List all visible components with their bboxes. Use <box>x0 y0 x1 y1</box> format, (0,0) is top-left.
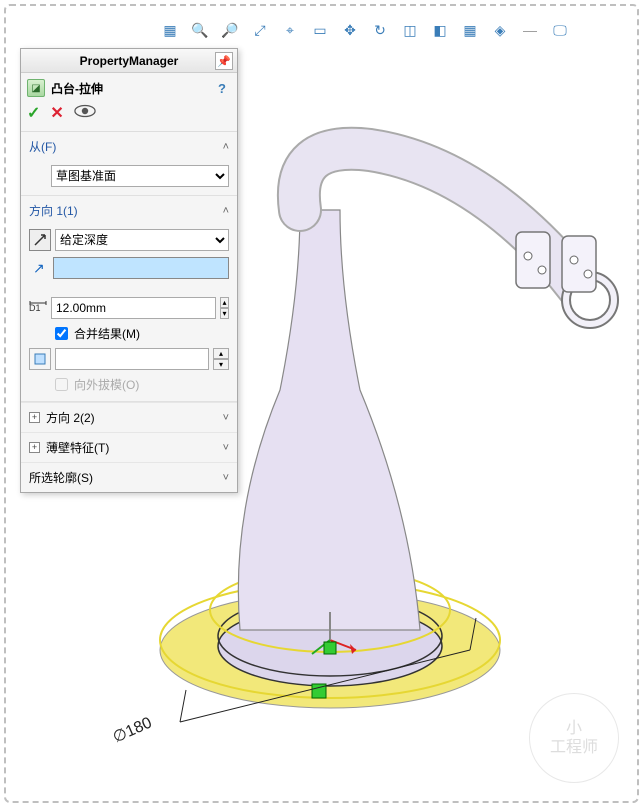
section-contours-label: 所选轮廓(S) <box>29 469 93 486</box>
property-manager-panel: PropertyManager 📌 ◪ 凸台-拉伸 ? ✓ ✕ 从(F) ˄ 草… <box>20 48 238 493</box>
pin-icon[interactable]: 📌 <box>215 52 233 70</box>
monitor-icon[interactable]: 🖵 <box>550 20 570 40</box>
draft-icon[interactable] <box>29 348 51 370</box>
pm-feature-header: ◪ 凸台-拉伸 ? <box>21 73 237 99</box>
zoom-in-icon[interactable]: 🔍 <box>190 20 210 40</box>
zoom-area-icon[interactable]: ⌖ <box>280 20 300 40</box>
chevron-down-icon: ˅ <box>223 472 229 484</box>
merge-result-input[interactable] <box>55 327 68 340</box>
pan-icon[interactable]: ✥ <box>340 20 360 40</box>
help-icon[interactable]: ? <box>213 79 231 97</box>
direction-arrow-icon: ↗ <box>29 260 49 277</box>
from-start-select[interactable]: 草图基准面 <box>51 165 229 187</box>
pm-title-text: PropertyManager <box>80 54 179 68</box>
cube-green-icon[interactable]: ▦ <box>160 20 180 40</box>
feature-name: 凸台-拉伸 <box>51 80 103 97</box>
color-icon[interactable]: ◈ <box>490 20 510 40</box>
section-icon[interactable]: ◫ <box>400 20 420 40</box>
end-condition-select[interactable]: 给定深度 <box>55 229 229 251</box>
watermark: 小 工程师 <box>529 693 619 783</box>
pm-title-bar: PropertyManager 📌 <box>21 49 237 73</box>
draft-selection-box[interactable] <box>55 348 209 370</box>
rotate-icon[interactable]: ↻ <box>370 20 390 40</box>
depth-value-input[interactable] <box>51 297 216 319</box>
chevron-up-icon: ˄ <box>223 141 229 153</box>
merge-result-checkbox[interactable]: 合并结果(M) <box>29 325 229 342</box>
dimension-label: ∅180 <box>110 713 155 748</box>
section-dir1-label: 方向 1(1) <box>29 202 78 219</box>
chevron-down-icon: ˅ <box>223 412 229 424</box>
draft-outward-input <box>55 378 68 391</box>
draft-spinner[interactable]: ▴▾ <box>213 348 229 370</box>
chevron-down-icon: ˅ <box>223 442 229 454</box>
expand-icon: + <box>29 412 40 423</box>
depth-d1-icon: D1 <box>29 299 47 318</box>
pm-actions: ✓ ✕ <box>21 99 237 132</box>
depth-spinner[interactable]: ▴▾ <box>220 297 229 319</box>
expand-icon: + <box>29 442 40 453</box>
view-toolbar: ▦ 🔍 🔎 ⤢ ⌖ ▭ ✥ ↻ ◫ ◧ ▦ ◈ — 🖵 <box>160 16 570 44</box>
direction-vector-input[interactable] <box>53 257 229 279</box>
section-from: 从(F) ˄ 草图基准面 <box>21 132 237 196</box>
chevron-up-icon: ˄ <box>223 205 229 217</box>
svg-text:D1: D1 <box>29 303 41 313</box>
doc-icon[interactable]: ▭ <box>310 20 330 40</box>
draft-outward-checkbox: 向外拔模(O) <box>29 376 229 393</box>
cube-blue-icon[interactable]: ◧ <box>430 20 450 40</box>
zoom-fit-icon[interactable]: ⤢ <box>250 20 270 40</box>
section-selected-contours[interactable]: 所选轮廓(S) ˅ <box>21 462 237 492</box>
section-direction1: 方向 1(1) ˄ 给定深度 ↗ D1 ▴▾ <box>21 196 237 402</box>
section-from-label: 从(F) <box>29 138 56 155</box>
extrude-boss-icon: ◪ <box>27 79 45 97</box>
merge-result-label: 合并结果(M) <box>74 325 140 342</box>
preview-toggle-icon[interactable] <box>74 104 96 123</box>
draft-outward-label: 向外拔模(O) <box>74 376 139 393</box>
cancel-button[interactable]: ✕ <box>50 103 63 123</box>
multi-cube-icon[interactable]: ▦ <box>460 20 480 40</box>
section-dir1-header[interactable]: 方向 1(1) ˄ <box>21 196 237 225</box>
section-thin-feature[interactable]: + 薄壁特征(T) ˅ <box>21 432 237 462</box>
dash-icon[interactable]: — <box>520 20 540 40</box>
zoom-window-icon[interactable]: 🔎 <box>220 20 240 40</box>
section-thin-label: 薄壁特征(T) <box>46 439 109 456</box>
section-dir2-label: 方向 2(2) <box>46 409 95 426</box>
section-direction2[interactable]: + 方向 2(2) ˅ <box>21 402 237 432</box>
reverse-direction-button[interactable] <box>29 229 51 251</box>
section-from-header[interactable]: 从(F) ˄ <box>21 132 237 161</box>
ok-button[interactable]: ✓ <box>27 103 40 123</box>
